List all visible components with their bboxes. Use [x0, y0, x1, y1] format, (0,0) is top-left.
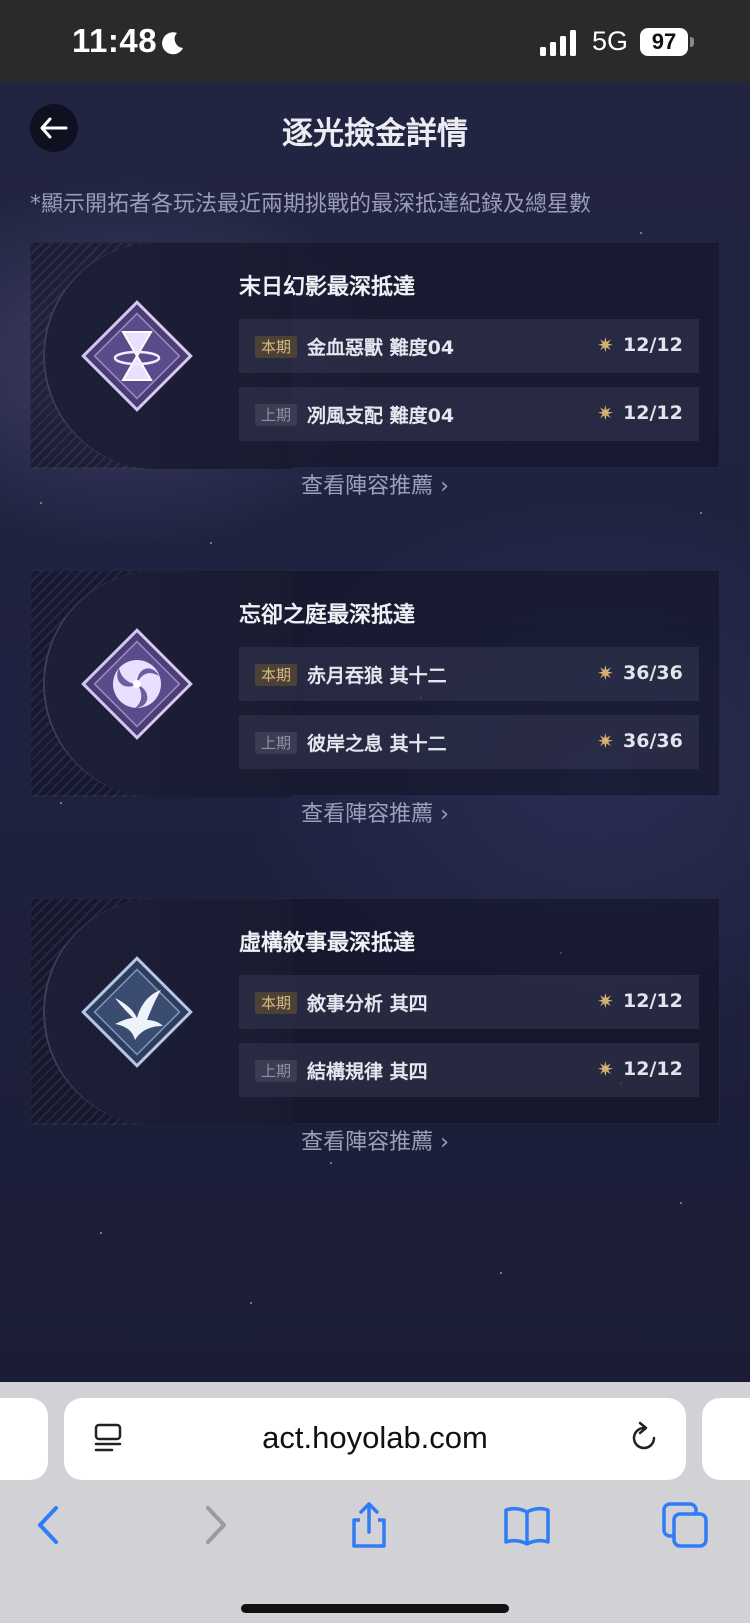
tag-current: 本期 [255, 664, 298, 686]
star-icon: ✷ [597, 1057, 614, 1081]
browser-toolbar: act.hoyolab.com [0, 1382, 750, 1623]
info-note: *顯示開拓者各玩法最近兩期挑戰的最深抵達紀錄及總星數 [30, 192, 592, 217]
stage-name: 結構規律 其四 [307, 1061, 428, 1083]
tag-current: 本期 [255, 992, 298, 1014]
record-row-previous: 上期 彼岸之息 其十二 ✷ 36/36 [239, 715, 699, 769]
star-icon: ✷ [597, 401, 614, 425]
link-label: 查看陣容推薦 [301, 474, 434, 499]
link-label: 查看陣容推薦 [301, 1130, 434, 1155]
tabs-icon[interactable] [660, 1500, 710, 1550]
card-pure-fiction: 虛構敘事最深抵達 本期 敘事分析 其四 ✷ 12/12 上期 結構規律 其四 ✷… [30, 898, 720, 1125]
record-row-current: 本期 赤月吞狼 其十二 ✷ 36/36 [239, 647, 699, 701]
star-count: 12/12 [623, 990, 683, 1012]
reload-icon[interactable] [626, 1420, 662, 1456]
url-text: act.hoyolab.com [262, 1420, 488, 1455]
browser-back-icon[interactable] [26, 1500, 76, 1550]
moon-icon [162, 32, 183, 55]
record-row-previous: 上期 結構規律 其四 ✷ 12/12 [239, 1043, 699, 1097]
card-title: 虛構敘事最深抵達 [239, 931, 416, 956]
card-title: 末日幻影最深抵達 [239, 275, 416, 300]
bookmarks-icon[interactable] [502, 1500, 552, 1550]
chevron-right-icon: › [440, 474, 449, 499]
stage-name: 敘事分析 其四 [307, 993, 428, 1015]
bird-emblem-icon [81, 956, 193, 1068]
tag-current: 本期 [255, 336, 298, 358]
share-icon[interactable] [344, 1500, 394, 1550]
star-icon: ✷ [597, 729, 614, 753]
card-title: 忘卻之庭最深抵達 [239, 603, 416, 628]
card-forgotten-hall: 忘卻之庭最深抵達 本期 赤月吞狼 其十二 ✷ 36/36 上期 彼岸之息 其十二… [30, 570, 720, 797]
status-bar: 11:48 5G 97 [0, 0, 750, 82]
star-count: 12/12 [623, 334, 683, 356]
browser-forward-icon[interactable] [188, 1500, 238, 1550]
star-count: 12/12 [623, 1058, 683, 1080]
stage-name: 赤月吞狼 其十二 [307, 665, 447, 687]
signal-icon [540, 30, 576, 56]
home-indicator[interactable] [241, 1604, 509, 1613]
battery-tip [690, 37, 694, 47]
next-tab-card[interactable] [702, 1398, 750, 1480]
star-count: 12/12 [623, 402, 683, 424]
record-row-current: 本期 金血惡獸 難度04 ✷ 12/12 [239, 319, 699, 373]
chevron-right-icon: › [440, 802, 449, 827]
view-lineup-link[interactable]: 查看陣容推薦 › [0, 1124, 750, 1156]
previous-tab-card[interactable] [0, 1398, 48, 1480]
stage-name: 彼岸之息 其十二 [307, 733, 447, 755]
record-row-current: 本期 敘事分析 其四 ✷ 12/12 [239, 975, 699, 1029]
star-icon: ✷ [597, 661, 614, 685]
tag-previous: 上期 [255, 404, 298, 426]
page-content: 逐光撿金詳情 *顯示開拓者各玩法最近兩期挑戰的最深抵達紀錄及總星數 末日幻影最深… [0, 82, 750, 1382]
star-icon: ✷ [597, 333, 614, 357]
link-label: 查看陣容推薦 [301, 802, 434, 827]
record-row-previous: 上期 冽風支配 難度04 ✷ 12/12 [239, 387, 699, 441]
stage-name: 冽風支配 難度04 [307, 405, 455, 427]
view-lineup-link[interactable]: 查看陣容推薦 › [0, 468, 750, 500]
star-icon: ✷ [597, 989, 614, 1013]
spiral-emblem-icon [81, 628, 193, 740]
star-count: 36/36 [623, 730, 683, 752]
view-lineup-link[interactable]: 查看陣容推薦 › [0, 796, 750, 828]
stage-name: 金血惡獸 難度04 [307, 337, 455, 359]
star-count: 36/36 [623, 662, 683, 684]
network-label: 5G [592, 26, 629, 56]
chevron-right-icon: › [440, 1130, 449, 1155]
address-bar[interactable]: act.hoyolab.com [64, 1398, 686, 1480]
page-title: 逐光撿金詳情 [282, 116, 468, 152]
tag-previous: 上期 [255, 732, 298, 754]
status-time: 11:48 [72, 22, 158, 59]
hourglass-emblem-icon [81, 300, 193, 412]
battery-icon: 97 [640, 28, 688, 56]
tag-previous: 上期 [255, 1060, 298, 1082]
card-apocalyptic-shadow: 末日幻影最深抵達 本期 金血惡獸 難度04 ✷ 12/12 上期 冽風支配 難度… [30, 242, 720, 469]
